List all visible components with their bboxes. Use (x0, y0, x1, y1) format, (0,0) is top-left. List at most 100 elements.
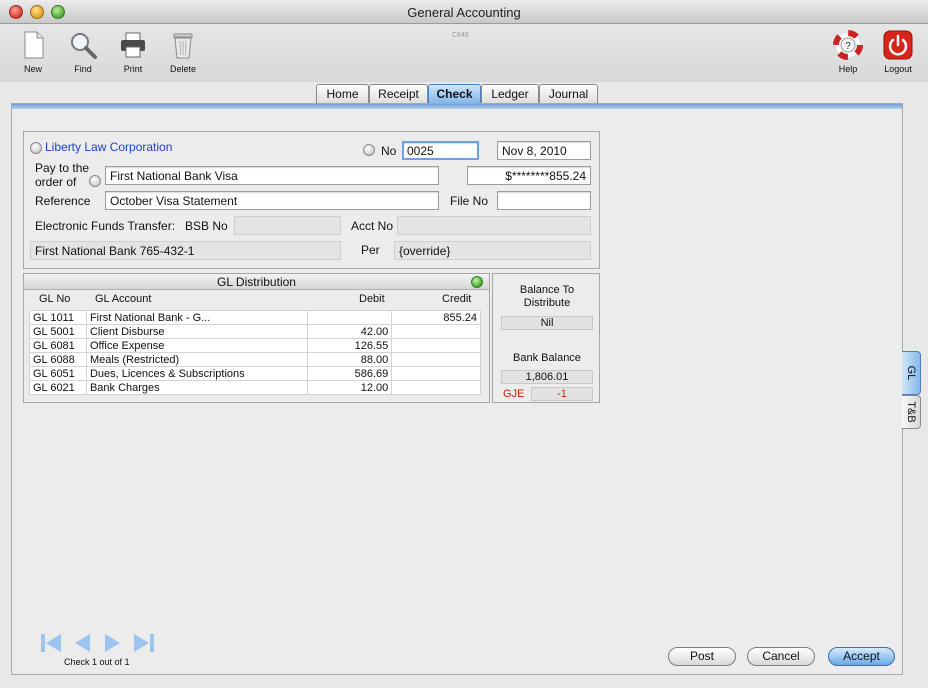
print-label: Print (123, 64, 143, 74)
gl-account-cell[interactable]: Office Expense (85, 338, 308, 353)
credit-cell[interactable] (391, 338, 481, 353)
gl-account-cell[interactable]: Meals (Restricted) (85, 352, 308, 367)
payer-name[interactable]: Liberty Law Corporation (45, 140, 172, 154)
new-button[interactable]: New (8, 30, 58, 74)
check-number-field[interactable]: 0025 (402, 141, 479, 160)
check-date-field[interactable]: Nov 8, 2010 (497, 141, 591, 160)
per-field[interactable]: {override} (394, 241, 591, 260)
side-tab-gl-label: GL (905, 365, 917, 381)
check-number-radio[interactable] (363, 144, 375, 156)
help-label: Help (838, 64, 858, 74)
debit-cell[interactable]: 88.00 (306, 352, 393, 367)
previous-record-icon[interactable] (71, 632, 93, 654)
table-row[interactable]: GL 6081 Office Expense 126.55 (29, 338, 481, 353)
gl-account-cell[interactable]: Dues, Licences & Subscriptions (85, 366, 308, 381)
file-no-label: File No (450, 194, 489, 208)
side-tab-gl[interactable]: GL (902, 351, 921, 395)
tab-check[interactable]: Check (428, 84, 481, 104)
print-button[interactable]: Print (108, 30, 158, 74)
balance-to-distribute-value: Nil (501, 316, 593, 330)
bank-balance-label: Bank Balance (513, 352, 581, 364)
next-record-icon[interactable] (102, 632, 124, 654)
gl-account-cell[interactable]: Bank Charges (85, 380, 308, 395)
table-row[interactable]: GL 6051 Dues, Licences & Subscriptions 5… (29, 366, 481, 381)
debit-cell[interactable]: 586.69 (306, 366, 393, 381)
gl-no-cell[interactable]: GL 6081 (29, 338, 87, 353)
debit-cell[interactable] (306, 310, 393, 325)
record-pager: Check 1 out of 1 (64, 657, 130, 667)
gl-no-cell[interactable]: GL 5001 (29, 324, 87, 339)
tab-receipt[interactable]: Receipt (369, 84, 428, 104)
debit-cell[interactable]: 12.00 (306, 380, 393, 395)
side-tab-tb-label: T&B (905, 401, 917, 423)
col-debit: Debit (359, 293, 385, 305)
gl-no-cell[interactable]: GL 6088 (29, 352, 87, 367)
check-panel: Liberty Law Corporation No 0025 Nov 8, 2… (23, 131, 600, 269)
order-of-label: order of (35, 175, 77, 189)
gje-label: GJE (503, 388, 525, 400)
eft-label: Electronic Funds Transfer: (35, 219, 176, 233)
balance-to-label: Balance To (519, 284, 575, 296)
payer-radio[interactable] (30, 142, 42, 154)
balance-panel: Balance To Distribute Nil Bank Balance 1… (492, 273, 600, 403)
gje-value: -1 (531, 387, 593, 401)
debit-cell[interactable]: 126.55 (306, 338, 393, 353)
logout-label: Logout (884, 64, 912, 74)
per-label: Per (361, 243, 380, 257)
table-row[interactable]: GL 5001 Client Disburse 42.00 (29, 324, 481, 339)
document-code: C846 (452, 32, 469, 39)
gl-no-cell[interactable]: GL 6021 (29, 380, 87, 395)
window-title: General Accounting (407, 5, 521, 20)
gl-account-cell[interactable]: Client Disburse (85, 324, 308, 339)
credit-cell[interactable]: 855.24 (391, 310, 481, 325)
post-button[interactable]: Post (668, 647, 736, 666)
gl-account-cell[interactable]: First National Bank - G... (85, 310, 308, 325)
last-record-icon[interactable] (133, 632, 155, 654)
debit-cell[interactable]: 42.00 (306, 324, 393, 339)
bsb-label: BSB No (185, 219, 228, 233)
cancel-button[interactable]: Cancel (747, 647, 815, 666)
first-record-icon[interactable] (40, 632, 62, 654)
credit-cell[interactable] (391, 352, 481, 367)
trash-icon (173, 33, 193, 59)
status-led-icon (471, 276, 483, 288)
credit-cell[interactable] (391, 324, 481, 339)
payee-field[interactable]: First National Bank Visa (105, 166, 439, 185)
acct-no-label: Acct No (351, 219, 394, 233)
credit-cell[interactable] (391, 380, 481, 395)
delete-button[interactable]: Delete (158, 30, 208, 74)
tab-ledger[interactable]: Ledger (481, 84, 539, 104)
new-document-icon (24, 31, 44, 59)
gl-no-cell[interactable]: GL 1011 (29, 310, 87, 325)
credit-cell[interactable] (391, 366, 481, 381)
check-number-label: No (381, 144, 397, 158)
main-tabs: Home Receipt Check Ledger Journal (0, 84, 928, 104)
accept-button[interactable]: Accept (828, 647, 895, 666)
gl-table: GL 1011 First National Bank - G... 855.2… (29, 310, 481, 395)
bank-balance-value: 1,806.01 (501, 370, 593, 384)
reference-field[interactable]: October Visa Statement (105, 191, 439, 210)
logout-button[interactable]: Logout (873, 30, 923, 74)
help-button[interactable]: ? Help (823, 30, 873, 74)
toolbar: New Find Print Delete C846 ? Help Logout (0, 24, 928, 82)
bsb-field[interactable] (234, 216, 341, 235)
gl-title-text: GL Distribution (217, 275, 296, 289)
file-no-field[interactable] (497, 191, 591, 210)
col-gl-no: GL No (39, 293, 71, 305)
side-tab-tb[interactable]: T&B (902, 395, 921, 429)
table-row[interactable]: GL 1011 First National Bank - G... 855.2… (29, 310, 481, 325)
payee-radio[interactable] (89, 175, 101, 187)
tab-home[interactable]: Home (316, 84, 369, 104)
pay-to-label: Pay to the (35, 161, 90, 175)
gl-no-cell[interactable]: GL 6051 (29, 366, 87, 381)
table-row[interactable]: GL 6088 Meals (Restricted) 88.00 (29, 352, 481, 367)
find-button[interactable]: Find (58, 30, 108, 74)
amount-field[interactable]: $********855.24 (467, 166, 591, 185)
acct-no-field[interactable] (397, 216, 591, 235)
col-credit: Credit (442, 293, 472, 305)
table-row[interactable]: GL 6021 Bank Charges 12.00 (29, 380, 481, 395)
tab-journal[interactable]: Journal (539, 84, 598, 104)
bank-account-field[interactable]: First National Bank 765-432-1 (30, 241, 341, 260)
printer-icon (121, 32, 145, 58)
new-label: New (23, 64, 42, 74)
